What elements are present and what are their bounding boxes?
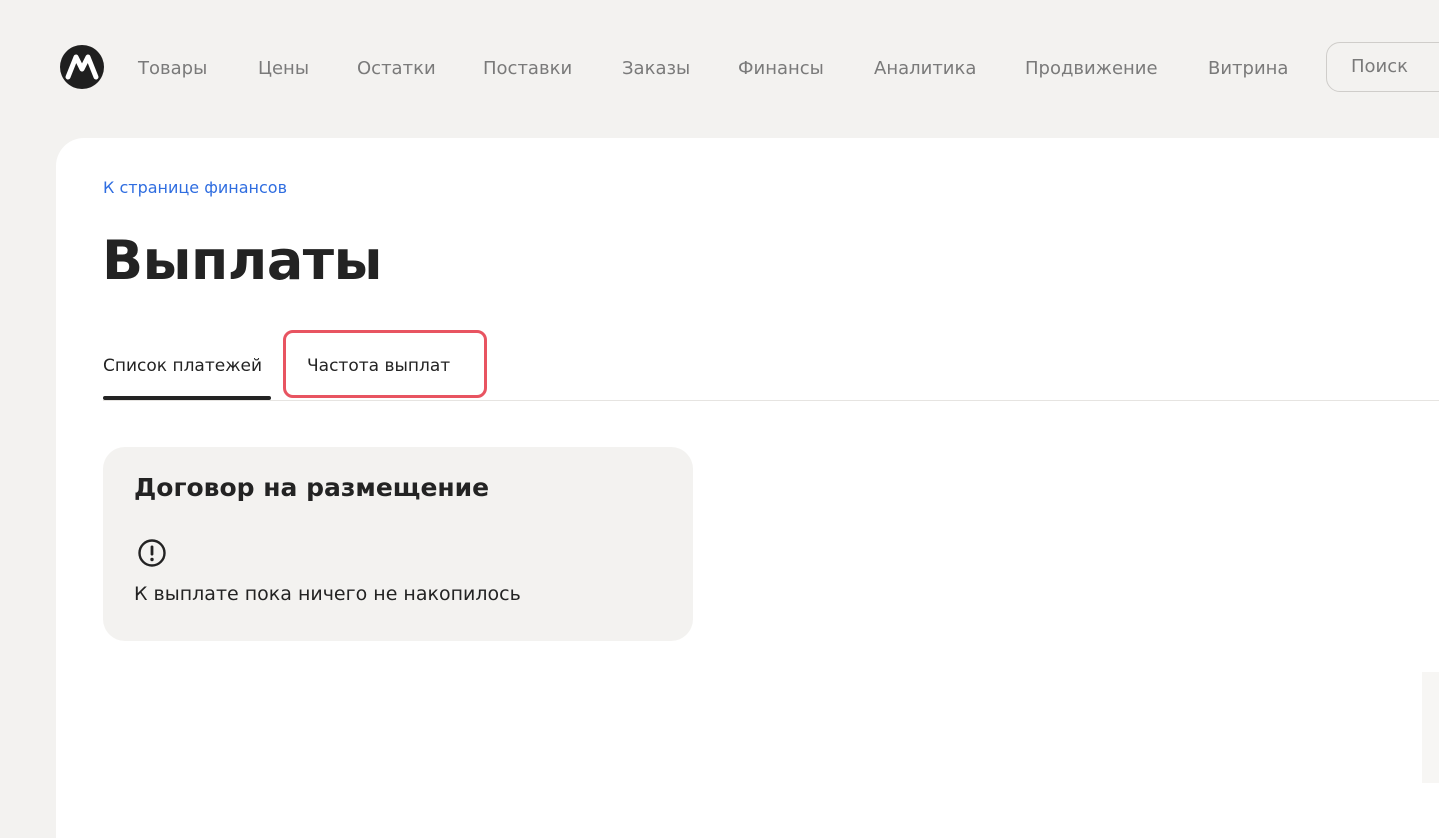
page-title: Выплаты bbox=[102, 229, 382, 292]
nav-item-prices[interactable]: Цены bbox=[258, 56, 309, 82]
nav-item-stock[interactable]: Остатки bbox=[357, 56, 436, 82]
market-logo-icon[interactable] bbox=[59, 44, 105, 90]
exclamation-circle-icon bbox=[138, 539, 166, 567]
scroll-area-edge bbox=[1422, 672, 1439, 783]
nav-item-products[interactable]: Товары bbox=[138, 56, 207, 82]
empty-payout-message: К выплате пока ничего не накопилось bbox=[134, 583, 521, 605]
panel-title: Договор на размещение bbox=[134, 473, 490, 502]
nav-item-supplies[interactable]: Поставки bbox=[483, 56, 572, 82]
nav-item-orders[interactable]: Заказы bbox=[622, 56, 690, 82]
nav-item-promotion[interactable]: Продвижение bbox=[1025, 56, 1158, 82]
search-button[interactable]: Поиск bbox=[1326, 42, 1439, 92]
tabs-bar: Список платежей Частота выплат bbox=[103, 330, 1439, 401]
back-to-finance-link[interactable]: К странице финансов bbox=[103, 178, 287, 197]
nav-item-finance[interactable]: Финансы bbox=[738, 56, 824, 82]
tab-payments-list[interactable]: Список платежей bbox=[103, 354, 262, 378]
active-tab-indicator bbox=[103, 396, 271, 400]
tab-payout-frequency[interactable]: Частота выплат bbox=[307, 354, 450, 378]
nav-item-analytics[interactable]: Аналитика bbox=[874, 56, 976, 82]
nav-item-storefront[interactable]: Витрина bbox=[1208, 56, 1288, 82]
top-navigation-bar: Товары Цены Остатки Поставки Заказы Фина… bbox=[0, 0, 1439, 136]
contract-panel: Договор на размещение К выплате пока нич… bbox=[103, 447, 693, 641]
content-card: К странице финансов Выплаты Список плате… bbox=[56, 138, 1439, 838]
